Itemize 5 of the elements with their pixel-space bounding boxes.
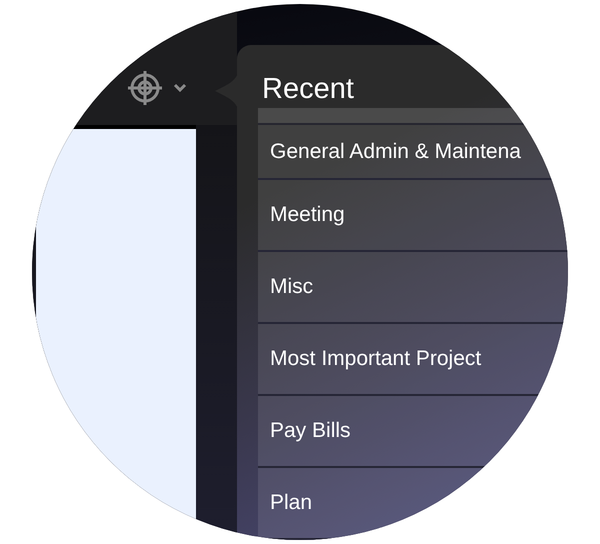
popover-title: Recent (261, 72, 355, 107)
list-item[interactable]: Meeting (258, 180, 568, 252)
target-icon[interactable] (127, 70, 163, 106)
chevron-down-icon[interactable] (173, 82, 187, 92)
list-item[interactable]: Misc (258, 252, 568, 324)
